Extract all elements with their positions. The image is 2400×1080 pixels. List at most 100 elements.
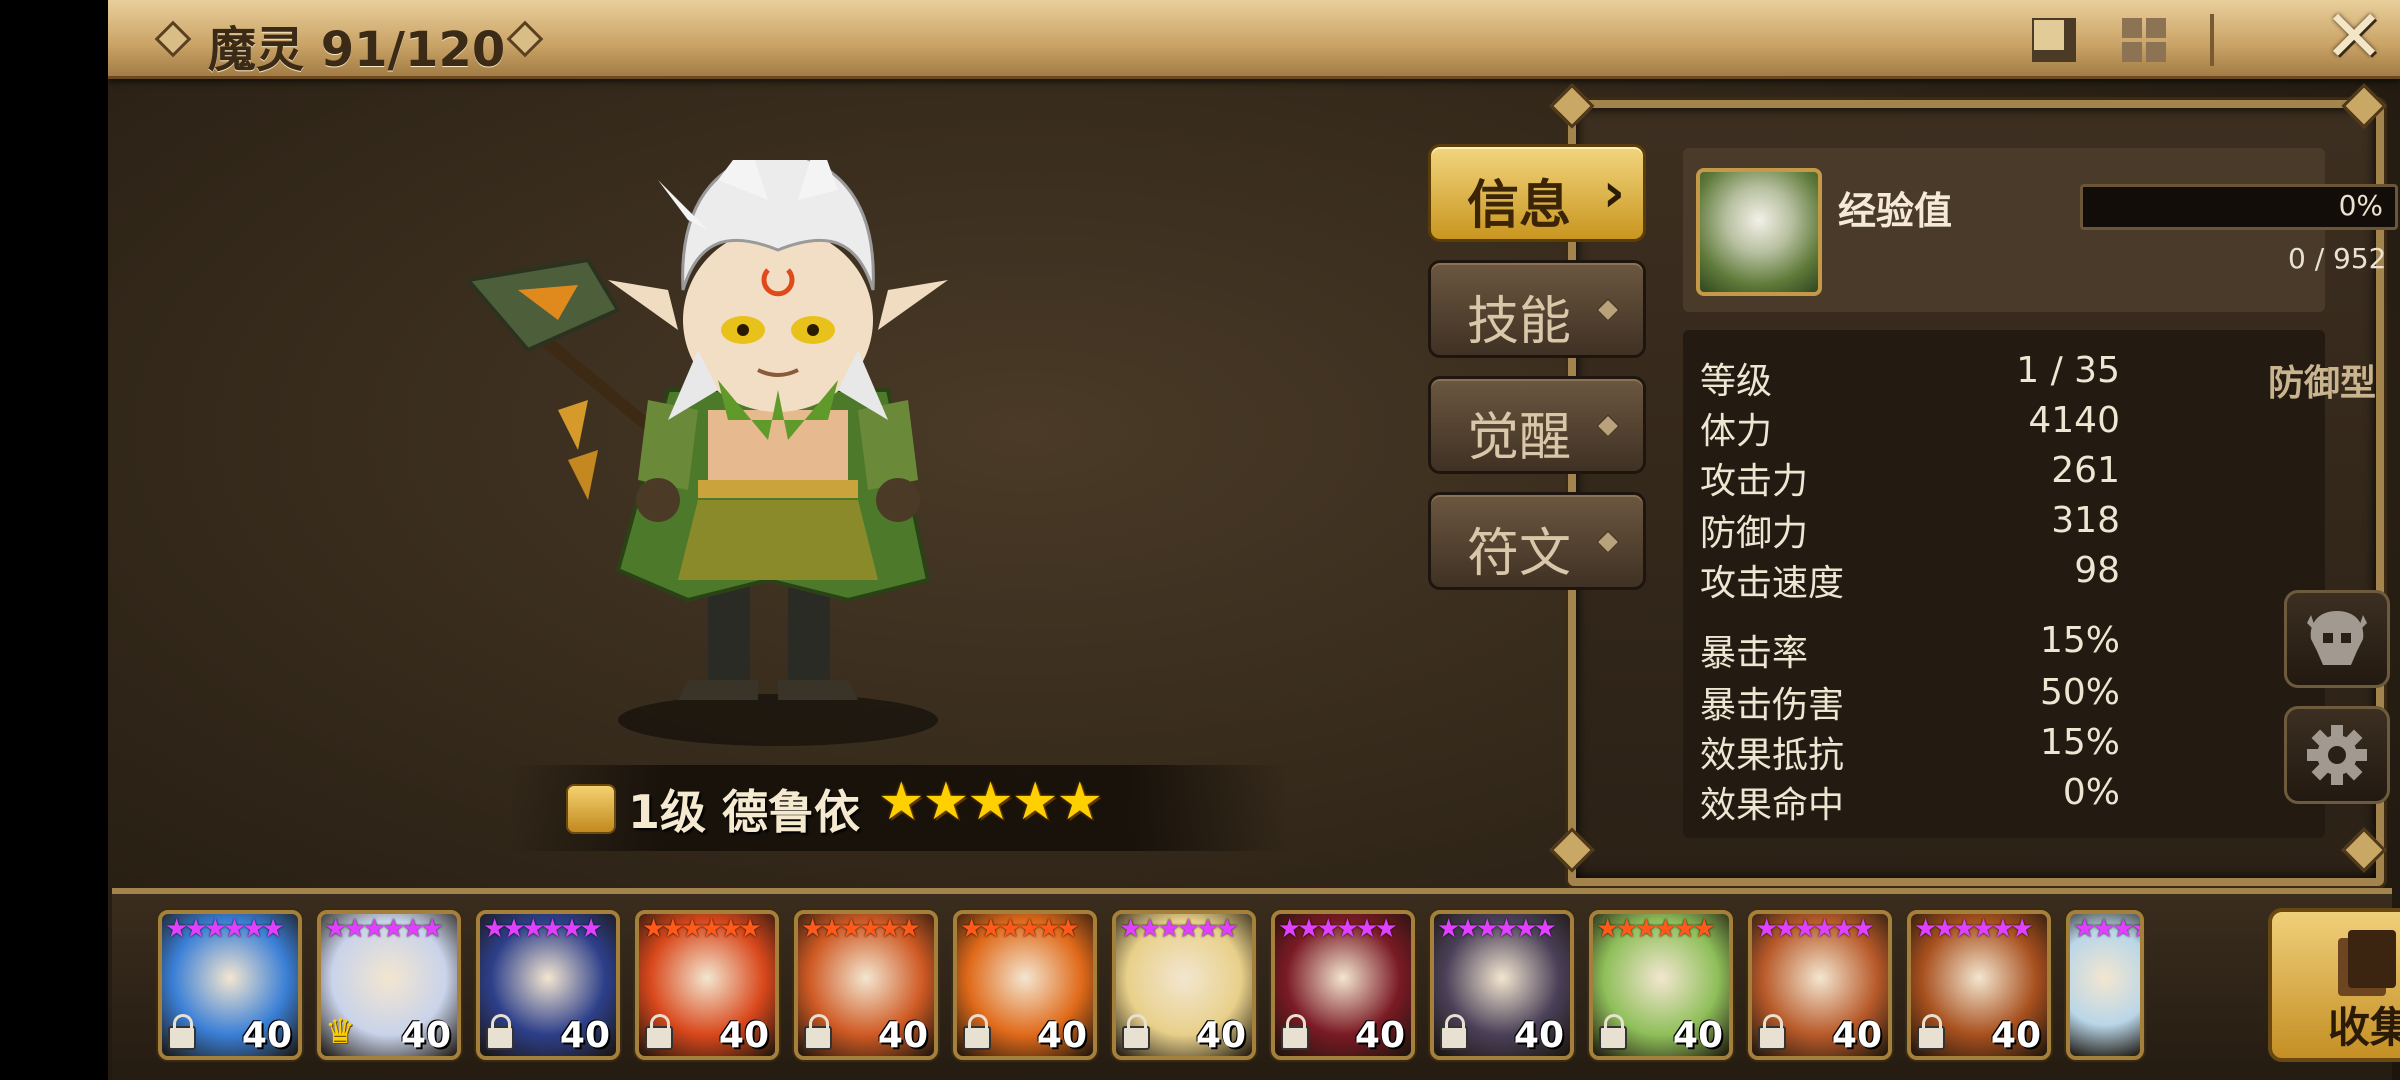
roster-card[interactable]: ★★★★★★ 40 bbox=[794, 910, 938, 1060]
next-monster-icon[interactable] bbox=[506, 20, 544, 58]
monster-portrait[interactable] bbox=[468, 160, 1088, 760]
card-level: 40 bbox=[559, 1015, 610, 1056]
monster-stars: ★★★★★ bbox=[878, 772, 1103, 832]
experience-percent: 0% bbox=[2338, 189, 2383, 222]
roster-card[interactable]: ★★★★★★ 40 bbox=[1589, 910, 1733, 1060]
stat-label: 攻击速度 bbox=[1700, 563, 1845, 604]
single-view-icon[interactable] bbox=[2028, 14, 2080, 66]
monster-avatar bbox=[1696, 168, 1822, 296]
lock-icon bbox=[1122, 1014, 1150, 1050]
game-stage: 魔灵 91/120 ✕ 1级 德鲁依 ★★★★★ 信息 › 技能 觉醒 符文 经… bbox=[108, 0, 2400, 1080]
settings-button[interactable] bbox=[2284, 706, 2390, 804]
stat-label: 暴击伤害 bbox=[1700, 685, 1845, 726]
tab-info[interactable]: 信息 › bbox=[1428, 144, 1646, 242]
lock-icon bbox=[1758, 1014, 1786, 1050]
card-level: 40 bbox=[241, 1015, 292, 1056]
roster-card[interactable]: ★★★★★★ 40 bbox=[158, 910, 302, 1060]
experience-value: 0 / 952 bbox=[2288, 242, 2387, 275]
stat-label: 防御力 bbox=[1700, 513, 1809, 554]
divider bbox=[2210, 14, 2214, 66]
card-stars: ★★★★★★ bbox=[1914, 914, 2034, 944]
lock-icon bbox=[1281, 1014, 1309, 1050]
card-level: 40 bbox=[1195, 1015, 1246, 1056]
roster-card[interactable]: ★★★★★★ 40 bbox=[953, 910, 1097, 1060]
close-button[interactable]: ✕ bbox=[2322, 0, 2386, 72]
card-level: 40 bbox=[1831, 1015, 1882, 1056]
stat-label: 效果抵抗 bbox=[1700, 735, 1845, 776]
experience-bar: 0% bbox=[2080, 184, 2398, 230]
card-stars: ★★★★★★ bbox=[960, 914, 1080, 944]
card-stars: ★★★★★★ bbox=[1437, 914, 1557, 944]
stat-value: 50% bbox=[2039, 672, 2120, 713]
grid-view-icon[interactable] bbox=[2118, 14, 2170, 66]
roster-card[interactable]: ★★★★★★ 40 bbox=[1271, 910, 1415, 1060]
stat-label: 体力 bbox=[1700, 411, 1773, 452]
roster-card[interactable]: ★★★★★★ 40 bbox=[1907, 910, 2051, 1060]
gear-icon bbox=[2307, 725, 2367, 785]
roster-card[interactable]: ★★★★★★ 40 bbox=[1430, 910, 1574, 1060]
collection-button[interactable]: 收集 bbox=[2268, 908, 2400, 1062]
roster-card[interactable]: ★★★★★★ bbox=[2066, 910, 2144, 1060]
card-level: 40 bbox=[1036, 1015, 1087, 1056]
card-stars: ★★★★★★ bbox=[1278, 914, 1398, 944]
roster-card[interactable]: ★★★★★★ 40 bbox=[1112, 910, 1256, 1060]
lock-icon bbox=[1440, 1014, 1468, 1050]
skull-icon bbox=[2307, 611, 2367, 665]
card-stars: ★★★★★★ bbox=[642, 914, 762, 944]
tab-label: 觉醒 bbox=[1467, 408, 1572, 468]
stat-value: 0% bbox=[2062, 772, 2120, 813]
tab-label: 技能 bbox=[1467, 292, 1572, 352]
monster-name-line: 1级 德鲁依 bbox=[628, 776, 860, 842]
card-level: 40 bbox=[1513, 1015, 1564, 1056]
prev-monster-icon[interactable] bbox=[154, 20, 192, 58]
card-stars: ★★★★★★ bbox=[2073, 914, 2140, 944]
roster-card[interactable]: ★★★★★★ ♛ 40 bbox=[317, 910, 461, 1060]
lock-icon bbox=[645, 1014, 673, 1050]
roster-card[interactable]: ★★★★★★ 40 bbox=[476, 910, 620, 1060]
skull-button[interactable] bbox=[2284, 590, 2390, 688]
stat-value: 1 / 35 bbox=[2016, 350, 2120, 391]
card-level: 40 bbox=[718, 1015, 769, 1056]
card-stars: ★★★★★★ bbox=[1119, 914, 1239, 944]
tab-label: 符文 bbox=[1467, 524, 1572, 584]
tab-awaken[interactable]: 觉醒 bbox=[1428, 376, 1646, 474]
lock-icon bbox=[168, 1014, 196, 1050]
stat-value: 261 bbox=[2051, 450, 2120, 491]
stat-value: 15% bbox=[2039, 722, 2120, 763]
lock-icon bbox=[1599, 1014, 1627, 1050]
chevron-right-icon: › bbox=[1602, 161, 1625, 224]
card-level: 40 bbox=[877, 1015, 928, 1056]
tab-skills[interactable]: 技能 bbox=[1428, 260, 1646, 358]
monster-name: 德鲁依 bbox=[722, 785, 861, 839]
lock-icon bbox=[1917, 1014, 1945, 1050]
tab-runes[interactable]: 符文 bbox=[1428, 492, 1646, 590]
page-title: 魔灵 91/120 bbox=[208, 22, 506, 78]
card-stars: ★★★★★★ bbox=[1755, 914, 1875, 944]
stat-value: 318 bbox=[2051, 500, 2120, 541]
stat-value: 4140 bbox=[2028, 400, 2120, 441]
monster-lock-icon[interactable] bbox=[566, 784, 616, 834]
roster-card[interactable]: ★★★★★★ 40 bbox=[1748, 910, 1892, 1060]
stat-label: 等级 bbox=[1700, 361, 1773, 402]
stat-label: 攻击力 bbox=[1700, 461, 1809, 502]
diamond-icon bbox=[1595, 297, 1621, 323]
card-stars: ★★★★★★ bbox=[1596, 914, 1716, 944]
roster-card[interactable]: ★★★★★★ 40 bbox=[635, 910, 779, 1060]
experience-label: 经验值 bbox=[1838, 189, 1953, 233]
monster-type: 防御型 bbox=[2268, 363, 2377, 404]
top-bar: 魔灵 91/120 ✕ bbox=[108, 0, 2400, 79]
card-stars: ★★★★★★ bbox=[165, 914, 285, 944]
card-level: 40 bbox=[400, 1015, 451, 1056]
card-stars: ★★★★★★ bbox=[324, 914, 444, 944]
collection-label: 收集 bbox=[2328, 1003, 2400, 1052]
card-stars: ★★★★★★ bbox=[483, 914, 603, 944]
stat-value: 98 bbox=[2074, 550, 2120, 591]
lock-icon bbox=[804, 1014, 832, 1050]
tab-label: 信息 bbox=[1467, 176, 1572, 236]
card-stars: ★★★★★★ bbox=[801, 914, 921, 944]
stat-label: 效果命中 bbox=[1700, 785, 1845, 826]
stat-label: 暴击率 bbox=[1700, 633, 1809, 674]
crown-icon: ♛ bbox=[325, 1012, 356, 1052]
card-level: 40 bbox=[1354, 1015, 1405, 1056]
collection-icon bbox=[2348, 930, 2396, 988]
